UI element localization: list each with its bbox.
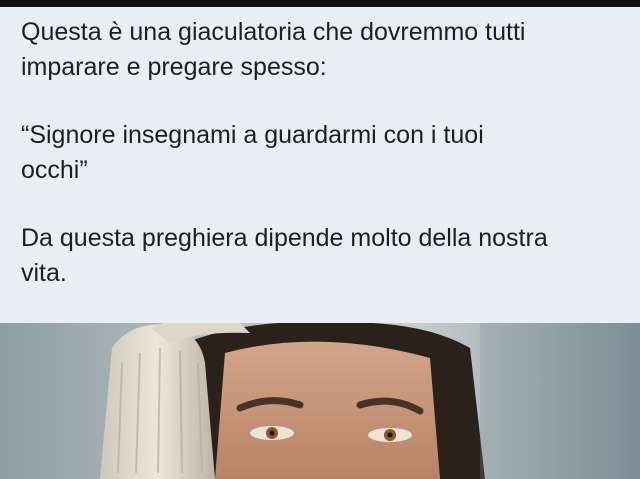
post-card: Questa è una giaculatoria che dovremmo t… [0,7,640,323]
post-paragraph-3: Da questa preghiera dipende molto della … [21,224,548,287]
post-image[interactable] [0,323,640,479]
post-paragraph-1: Questa è una giaculatoria che dovremmo t… [21,18,526,81]
post-paragraph-2: “Signore insegnami a guardarmi con i tuo… [21,121,484,184]
status-bar [0,0,640,7]
post-text: Questa è una giaculatoria che dovremmo t… [21,15,627,290]
